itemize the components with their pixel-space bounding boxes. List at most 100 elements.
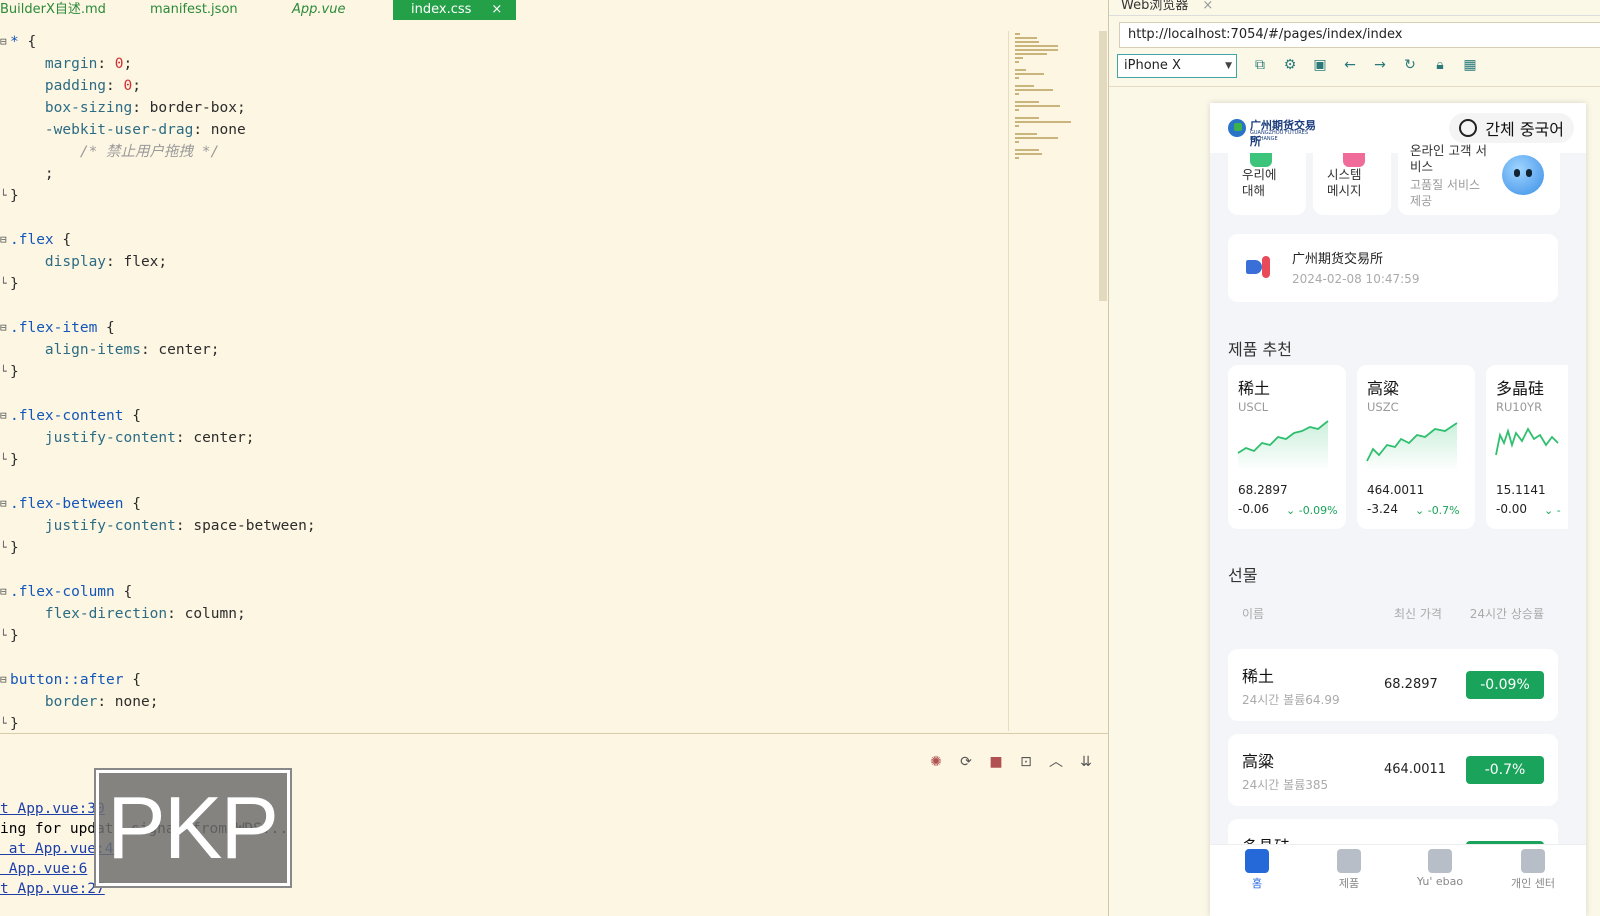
code-line[interactable]: align-items: center; <box>0 339 1000 361</box>
code-line[interactable] <box>0 383 1000 405</box>
notice-date: 2024-02-08 10:47:59 <box>1292 272 1420 286</box>
product-card[interactable]: 稀土 USCL 68.2897 -0.06 ⌄ -0.09% <box>1228 365 1346 529</box>
code-line[interactable]: └} <box>0 273 1000 295</box>
code-line[interactable] <box>0 471 1000 493</box>
wrap-icon[interactable]: ⇊ <box>1078 754 1094 770</box>
code-line[interactable] <box>0 207 1000 229</box>
quick-online-service[interactable]: 온라인 고객 서 비스 고품질 서비스 제공 <box>1398 143 1560 215</box>
minimap-line <box>1015 89 1054 91</box>
code-line[interactable]: └} <box>0 185 1000 207</box>
tab-home[interactable]: 홈 <box>1217 849 1297 891</box>
collapse-up-icon[interactable]: ︿ <box>1048 754 1064 770</box>
console-icon[interactable]: ▣ <box>1311 56 1329 74</box>
quick-system-message[interactable]: 시스템 메시지 <box>1313 153 1391 215</box>
minimap-line <box>1015 129 1019 131</box>
rerun-icon[interactable]: ⟳ <box>958 754 974 770</box>
code-line[interactable]: justify-content: center; <box>0 427 1000 449</box>
minimap-line <box>1015 77 1019 79</box>
code-line[interactable] <box>0 647 1000 669</box>
code-editor[interactable]: BuilderX自述.md manifest.json App.vue inde… <box>0 0 1108 733</box>
tab-builderx-readme[interactable]: BuilderX自述.md <box>0 0 106 20</box>
code-line[interactable]: flex-direction: column; <box>0 603 1000 625</box>
settings-icon[interactable]: ⚙ <box>1281 56 1299 74</box>
tab-index-css[interactable]: index.css × <box>393 0 517 20</box>
clear-console-icon[interactable]: ⊡ <box>1018 754 1034 770</box>
console-link[interactable]: t App.vue:30 <box>0 801 105 817</box>
futures-row[interactable]: 高粱 24시간 볼륨385 464.0011 -0.7% <box>1228 734 1558 806</box>
console-link[interactable]: App.vue:6 <box>0 861 88 877</box>
code-line[interactable]: ⊟ .flex-item { <box>0 317 1000 339</box>
tab-profile[interactable]: 개인 센터 <box>1493 849 1573 891</box>
code-line[interactable]: padding: 0; <box>0 75 1000 97</box>
tab-products[interactable]: 제품 <box>1309 849 1389 891</box>
tab-close-icon[interactable]: × <box>491 2 502 17</box>
browser-tab[interactable]: Web浏览器 × <box>1121 0 1213 13</box>
product-carousel[interactable]: 稀土 USCL 68.2897 -0.06 ⌄ -0.09% 高粱 USZC 4… <box>1228 365 1568 531</box>
minimap-line <box>1015 153 1043 155</box>
futures-row[interactable]: 稀土 24시간 볼륨64.99 68.2897 -0.09% <box>1228 649 1558 721</box>
device-select[interactable]: iPhone X ▼ <box>1117 54 1237 78</box>
minimap-line <box>1015 145 1019 147</box>
code-line[interactable]: ⊟ .flex { <box>0 229 1000 251</box>
code-line[interactable]: └} <box>0 537 1000 559</box>
notice-card[interactable]: 广州期货交易所 2024-02-08 10:47:59 <box>1228 234 1558 302</box>
code-line[interactable]: └} <box>0 625 1000 647</box>
user-icon <box>1521 849 1545 873</box>
code-line[interactable]: ; <box>0 163 1000 185</box>
open-window-icon[interactable]: ⧉ <box>1251 56 1269 74</box>
minimap[interactable] <box>1008 31 1100 731</box>
col-name: 이름 <box>1242 607 1265 621</box>
editor-tabs: BuilderX自述.md manifest.json App.vue inde… <box>0 0 1108 20</box>
language-button[interactable]: 간체 중국어 <box>1449 113 1574 143</box>
browser-tab-close-icon[interactable]: × <box>1202 0 1213 13</box>
refresh-icon[interactable]: ↻ <box>1401 56 1419 74</box>
code-line[interactable] <box>0 559 1000 581</box>
quick-about-us[interactable]: 우리에 대해 <box>1228 153 1306 215</box>
code-line[interactable]: border: none; <box>0 691 1000 713</box>
editor-scrollbar[interactable] <box>1099 31 1107 301</box>
tab-yuebao[interactable]: Yu' ebao <box>1400 849 1480 888</box>
code-line[interactable]: ⊟ button::after { <box>0 669 1000 691</box>
product-change: -0.00 <box>1496 502 1528 516</box>
lock-icon[interactable]: 🔒︎ <box>1431 56 1449 74</box>
quick-label: 시스템 메시지 <box>1327 167 1362 198</box>
tab-app-vue[interactable]: App.vue <box>292 0 345 20</box>
recommend-title: 제품 추천 <box>1228 340 1292 359</box>
minimap-line <box>1015 93 1019 95</box>
code-area[interactable]: ⊟ * { margin: 0; padding: 0; box-sizing: … <box>0 31 1000 735</box>
about-icon <box>1250 153 1272 167</box>
tab-manifest-json[interactable]: manifest.json <box>150 0 238 20</box>
code-line[interactable]: ⊟ .flex-between { <box>0 493 1000 515</box>
code-line[interactable]: └} <box>0 449 1000 471</box>
code-line[interactable]: margin: 0; <box>0 53 1000 75</box>
minimap-line <box>1015 117 1039 119</box>
debug-icon[interactable]: ✺ <box>928 754 944 770</box>
back-icon[interactable]: ← <box>1341 56 1359 74</box>
code-line[interactable]: -webkit-user-drag: none <box>0 119 1000 141</box>
minimap-line <box>1015 57 1023 59</box>
futures-name: 稀土 <box>1242 667 1275 686</box>
product-card[interactable]: 多晶硅 RU10YR 15.1141 -0.00 ⌄ - <box>1486 365 1568 529</box>
code-line[interactable] <box>0 295 1000 317</box>
forward-icon[interactable]: → <box>1371 56 1389 74</box>
code-line[interactable]: ⊟ .flex-content { <box>0 405 1000 427</box>
qrcode-icon[interactable]: ▦ <box>1461 56 1479 74</box>
bar-chart-icon <box>1337 849 1361 873</box>
url-bar[interactable]: http://localhost:7054/#/pages/index/inde… <box>1119 22 1600 48</box>
minimap-line <box>1015 45 1059 47</box>
code-line[interactable]: ⊟ * { <box>0 31 1000 53</box>
chevron-down-icon: ▼ <box>1225 61 1232 71</box>
code-line[interactable]: ⊟ .flex-column { <box>0 581 1000 603</box>
code-line[interactable]: display: flex; <box>0 251 1000 273</box>
stop-icon[interactable]: ■ <box>988 754 1004 770</box>
product-card[interactable]: 高粱 USZC 464.0011 -3.24 ⌄ -0.7% <box>1357 365 1475 529</box>
code-line[interactable]: └} <box>0 713 1000 735</box>
code-line[interactable]: /* 禁止用户拖拽 */ <box>0 141 1000 163</box>
product-percent: ⌄ - <box>1544 504 1561 517</box>
device-select-value: iPhone X <box>1124 58 1181 73</box>
console-link[interactable]: t App.vue:27 <box>0 881 105 897</box>
code-line[interactable]: box-sizing: border-box; <box>0 97 1000 119</box>
product-change: -3.24 <box>1367 502 1399 516</box>
code-line[interactable]: └} <box>0 361 1000 383</box>
code-line[interactable]: justify-content: space-between; <box>0 515 1000 537</box>
